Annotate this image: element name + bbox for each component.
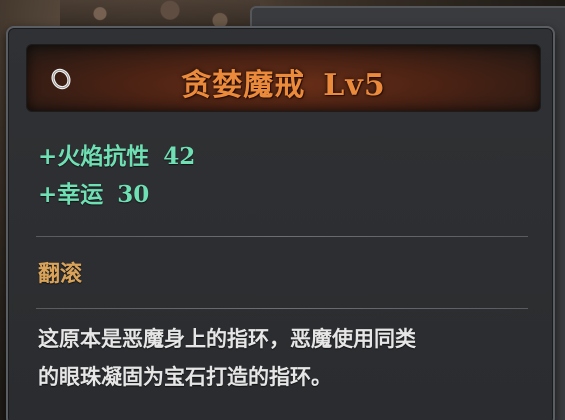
item-header: 贪婪魔戒 Lv5 (26, 44, 541, 112)
description-line: 的眼珠凝固为宝石打造的指环。 (38, 364, 332, 389)
game-scene: 贪婪魔戒 Lv5 +火焰抗性 42 +幸运 30 翻滚 这原本是恶魔身上的指环，恶魔使… (0, 0, 565, 420)
item-title: 贪婪魔戒 Lv5 (27, 60, 540, 104)
stat-value: 42 (163, 143, 196, 170)
item-name: 贪婪魔戒 (181, 68, 306, 103)
item-tooltip: 贪婪魔戒 Lv5 +火焰抗性 42 +幸运 30 翻滚 这原本是恶魔身上的指环，恶魔使… (6, 26, 555, 420)
stat-name: +火焰抗性 (38, 143, 150, 170)
item-description: 这原本是恶魔身上的指环，恶魔使用同类 的眼珠凝固为宝石打造的指环。 (38, 320, 538, 396)
divider (36, 308, 528, 309)
stat-fire-resistance: +火焰抗性 42 (38, 138, 195, 176)
stat-list: +火焰抗性 42 +幸运 30 (38, 138, 195, 214)
divider (36, 236, 528, 237)
stat-luck: +幸运 30 (38, 176, 195, 214)
skill-label: 翻滚 (38, 261, 83, 287)
item-level: Lv5 (323, 68, 386, 103)
description-line: 这原本是恶魔身上的指环，恶魔使用同类 (38, 326, 416, 351)
stat-name: +幸运 (38, 181, 104, 208)
stat-value: 30 (117, 181, 150, 208)
